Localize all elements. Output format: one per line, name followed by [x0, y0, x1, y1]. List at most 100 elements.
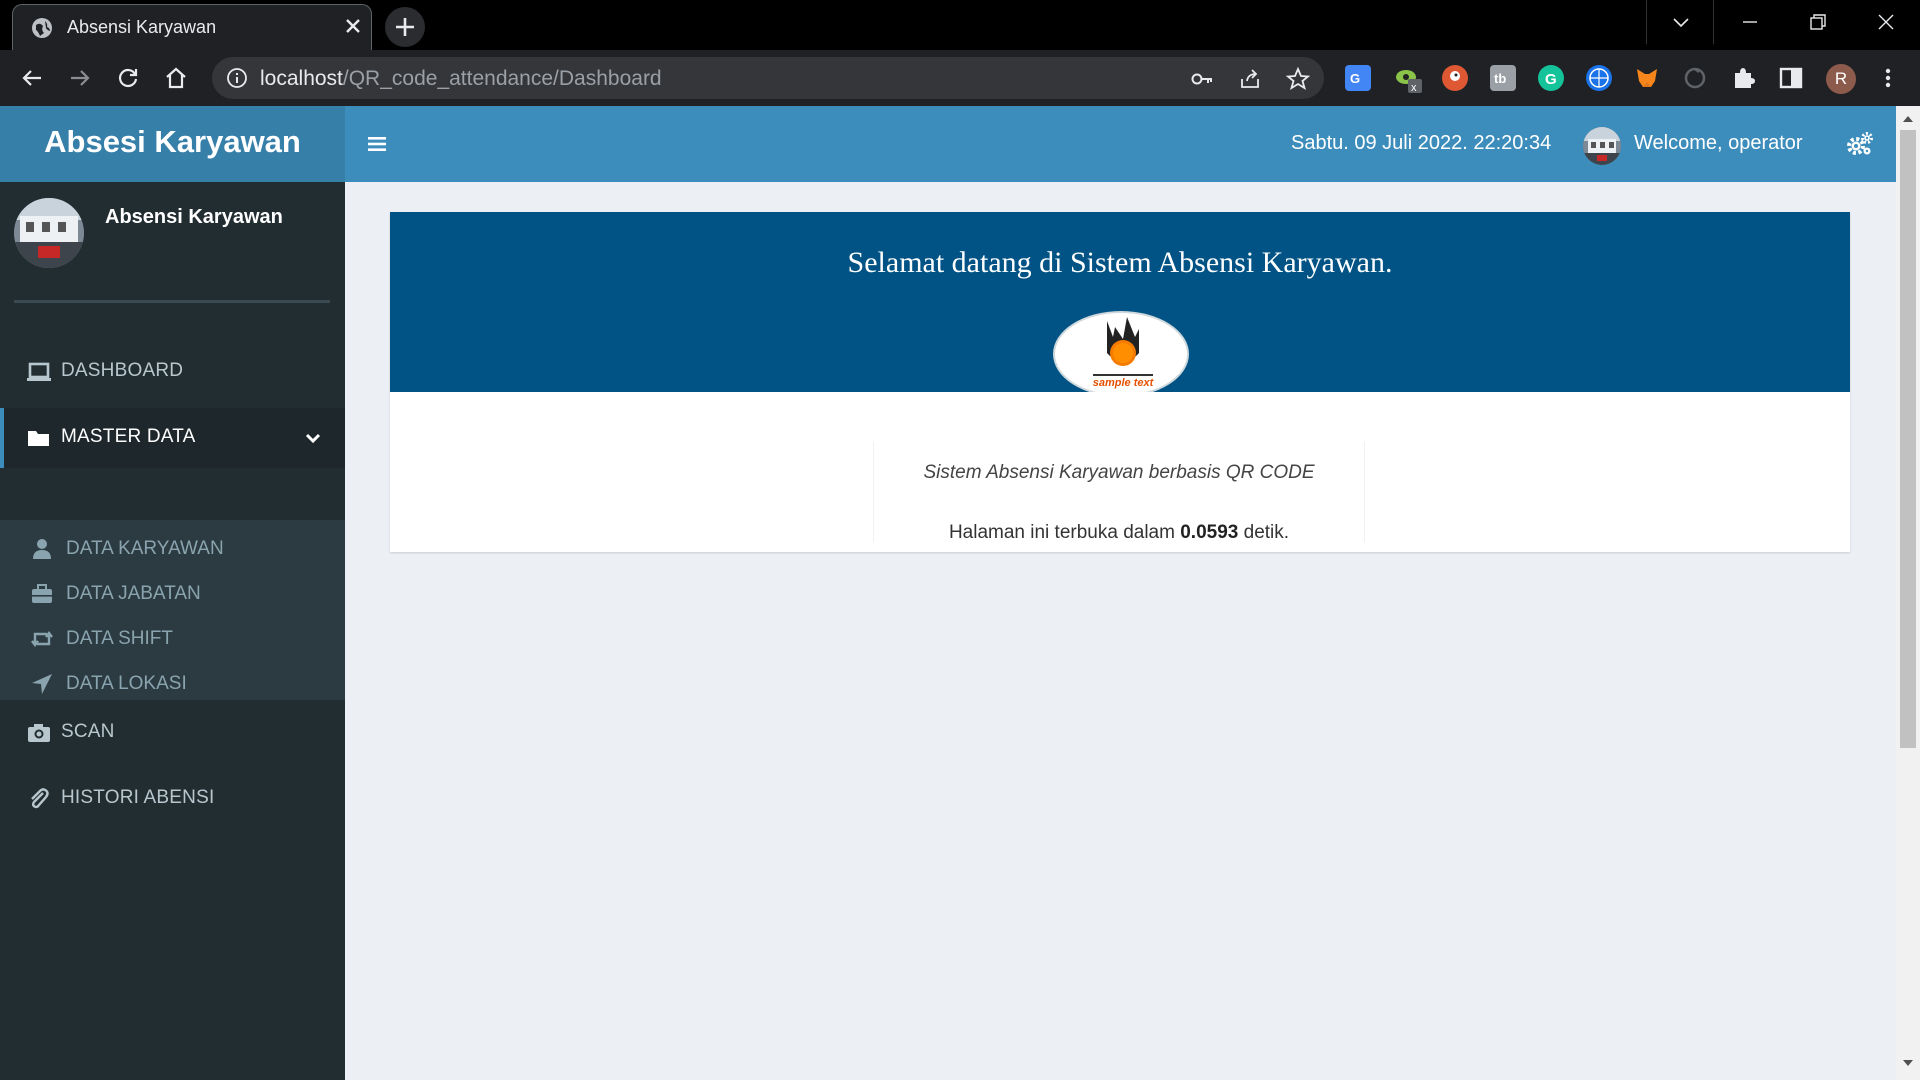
info-icon[interactable]: [226, 67, 248, 89]
master-data-submenu: DATA KARYAWAN DATA JABATAN DATA SHIFT DA…: [0, 520, 345, 700]
svg-text:tb: tb: [1494, 71, 1506, 86]
minimize-button[interactable]: [1716, 0, 1784, 44]
sidebar-item-label: SCAN: [61, 721, 115, 742]
browser-menu-button[interactable]: [1872, 62, 1904, 94]
logo-text: sample text: [1093, 377, 1155, 389]
user-avatar: [14, 198, 84, 268]
submenu-item-label: DATA JABATAN: [66, 583, 201, 604]
new-tab-button[interactable]: [385, 7, 425, 47]
user-panel: Absensi Karyawan: [0, 182, 345, 292]
folder-icon: [28, 431, 49, 446]
retweet-icon: [31, 631, 53, 647]
side-panel-icon[interactable]: [1778, 65, 1804, 91]
sync-extension-icon[interactable]: [1682, 65, 1708, 91]
load-prefix: Halaman ini terbuka dalam: [948, 522, 1181, 543]
globe-favicon-icon: [32, 18, 52, 38]
brand-title[interactable]: Absesi Karyawan: [0, 124, 345, 160]
header-logo[interactable]: Absesi Karyawan: [0, 106, 345, 182]
briefcase-icon: [32, 584, 52, 603]
submenu-item-data-jabatan[interactable]: DATA JABATAN: [0, 571, 345, 616]
close-icon: [1878, 14, 1894, 30]
tab-extension-icon[interactable]: tb: [1490, 65, 1516, 91]
load-suffix: detik.: [1238, 522, 1290, 543]
sidebar-toggle-icon[interactable]: [365, 132, 391, 156]
page-scrollbar[interactable]: [1896, 106, 1920, 1080]
minimize-icon: [1743, 21, 1757, 23]
dashboard-box: Selamat datang di Sistem Absensi Karyawa…: [390, 212, 1850, 552]
sidebar-item-label: HISTORI ABENSI: [61, 787, 215, 808]
info-column: Sistem Absensi Karyawan berbasis QR CODE…: [873, 442, 1365, 544]
welcome-banner: Selamat datang di Sistem Absensi Karyawa…: [390, 212, 1850, 392]
plus-icon: [396, 18, 414, 36]
sidebar: Absensi Karyawan DASHBOARD MASTER DATA D…: [0, 182, 345, 1080]
grammarly-icon[interactable]: G: [1538, 65, 1564, 91]
submenu-item-data-lokasi[interactable]: DATA LOKASI: [0, 661, 345, 706]
submenu-item-label: DATA SHIFT: [66, 628, 173, 649]
kebab-menu-icon: [1885, 68, 1891, 88]
company-logo: sample text: [1053, 311, 1189, 392]
sidebar-user-name: Absensi Karyawan: [105, 206, 283, 228]
svg-text:G: G: [1545, 71, 1557, 88]
url-text[interactable]: localhost/QR_code_attendance/Dashboard: [260, 67, 662, 91]
forward-button[interactable]: [64, 62, 96, 94]
load-value: 0.0593: [1180, 522, 1239, 543]
home-button[interactable]: [160, 62, 192, 94]
user-avatar-small[interactable]: [1583, 127, 1621, 165]
paperclip-icon: [31, 788, 49, 809]
camera-icon: [28, 724, 50, 742]
welcome-user[interactable]: Welcome, operator: [1634, 132, 1803, 155]
submenu-item-label: DATA KARYAWAN: [66, 538, 224, 559]
browser-tab-bar: Absensi Karyawan: [0, 0, 1920, 50]
google-translate-icon[interactable]: G: [1345, 65, 1371, 91]
restore-button[interactable]: [1784, 0, 1852, 44]
puzzle-extensions-icon[interactable]: [1730, 65, 1756, 91]
gears-icon[interactable]: [1845, 130, 1875, 158]
location-arrow-icon: [32, 674, 52, 694]
sidebar-divider: [14, 300, 330, 303]
share-icon[interactable]: [1238, 67, 1262, 91]
tab-title: Absensi Karyawan: [67, 17, 217, 37]
sidebar-item-scan[interactable]: SCAN: [0, 703, 345, 763]
sidebar-item-label: DASHBOARD: [61, 360, 184, 381]
home-icon: [166, 67, 186, 89]
sidebar-item-label: MASTER DATA: [61, 426, 196, 447]
url-path: /QR_code_attendance/Dashboard: [342, 67, 662, 90]
url-host: localhost: [260, 67, 343, 90]
reload-button[interactable]: [112, 62, 144, 94]
current-datetime: Sabtu. 09 Juli 2022. 22:20:34: [1291, 132, 1552, 154]
close-window-button[interactable]: [1852, 0, 1920, 44]
laptop-icon: [27, 362, 51, 381]
scroll-up-icon[interactable]: [1902, 114, 1914, 124]
sidebar-item-dashboard[interactable]: DASHBOARD: [0, 342, 345, 402]
arrow-right-icon: [71, 70, 90, 86]
arrow-left-icon: [22, 70, 41, 86]
svg-text:G: G: [1350, 71, 1360, 86]
scrollbar-thumb[interactable]: [1900, 130, 1916, 748]
globe-extension-icon[interactable]: [1586, 65, 1612, 91]
submenu-item-label: DATA LOKASI: [66, 673, 187, 694]
system-tagline: Sistem Absensi Karyawan berbasis QR CODE: [923, 462, 1315, 483]
welcome-title: Selamat datang di Sistem Absensi Karyawa…: [847, 246, 1393, 279]
browser-toolbar: localhost/QR_code_attendance/Dashboard G…: [0, 50, 1920, 106]
duckduckgo-icon[interactable]: [1442, 65, 1468, 91]
submenu-item-data-karyawan[interactable]: DATA KARYAWAN: [0, 526, 345, 571]
tab-search-button[interactable]: [1646, 0, 1714, 44]
close-tab-icon[interactable]: [341, 14, 365, 38]
scroll-down-icon[interactable]: [1902, 1058, 1914, 1068]
address-bar[interactable]: localhost/QR_code_attendance/Dashboard: [212, 57, 1324, 99]
top-navbar: Sabtu. 09 Juli 2022. 22:20:34 Welcome, o…: [345, 106, 1896, 182]
back-button[interactable]: [16, 62, 48, 94]
restore-icon: [1810, 14, 1826, 30]
bookmark-star-icon[interactable]: [1286, 67, 1310, 91]
sidebar-item-histori-abensi[interactable]: HISTORI ABENSI: [0, 769, 345, 829]
page-load-time: Halaman ini terbuka dalam 0.0593 detik.: [874, 522, 1364, 544]
sidebar-item-master-data[interactable]: MASTER DATA: [0, 408, 345, 468]
key-icon[interactable]: [1190, 67, 1214, 91]
metamask-fox-icon[interactable]: [1634, 65, 1660, 91]
reload-icon: [118, 68, 138, 88]
profile-avatar[interactable]: R: [1826, 64, 1856, 94]
browser-tab[interactable]: Absensi Karyawan: [12, 4, 372, 50]
submenu-item-data-shift[interactable]: DATA SHIFT: [0, 616, 345, 661]
chevron-down-icon: [305, 433, 321, 444]
eye-extension-icon[interactable]: x: [1394, 65, 1422, 94]
